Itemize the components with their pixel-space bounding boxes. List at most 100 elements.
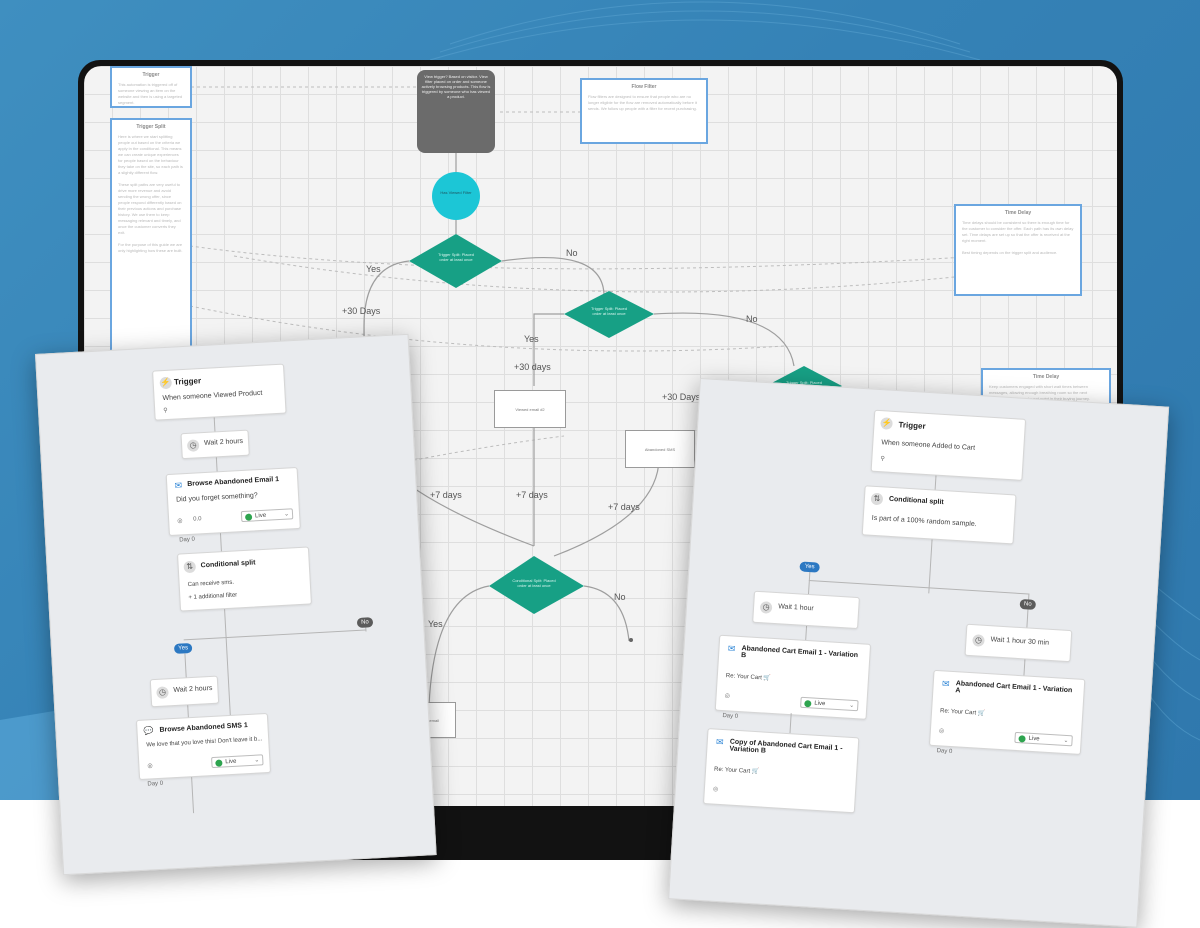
step-subtitle: Re: Your Cart 🛒 <box>725 673 772 682</box>
dashed-link <box>233 255 965 293</box>
branch-label-no: No <box>566 248 578 258</box>
trigger-row: ⚡ Trigger <box>159 375 201 390</box>
delay-label: +30 days <box>514 362 551 372</box>
branch-line <box>808 580 1029 595</box>
diamond-text-1: Trigger Split: Placed order at least onc… <box>438 252 474 262</box>
conditional-split-step[interactable]: ⇅ Conditional split Can receive sms. + 1… <box>177 546 312 612</box>
circle-text: Has Viewed Filter <box>440 190 472 195</box>
status-label: Live <box>814 700 826 708</box>
filter-circle <box>432 172 480 220</box>
day-label: Day 0 <box>179 536 196 544</box>
trigger-step[interactable]: ⚡ Trigger When someone Added to Cart ⚲ <box>870 409 1027 481</box>
step-title: Copy of Abandoned Cart Email 1 - Variati… <box>729 738 843 755</box>
live-dot <box>244 513 253 521</box>
wait-step[interactable]: ◷ Wait 1 hour <box>752 590 860 630</box>
email-icon: ✉ <box>715 736 724 748</box>
clock-icon: ◷ <box>186 439 200 452</box>
clock-icon: ◷ <box>156 686 169 699</box>
split-condition: Is part of a 100% random sample. <box>871 514 977 529</box>
connector <box>653 312 795 367</box>
stat-icon: ◎ <box>147 763 153 770</box>
status-dropdown[interactable]: Live ⌄ <box>211 754 264 769</box>
status-label: Live <box>1028 735 1040 743</box>
abandoned-cart-flow-card: ⚡ Trigger When someone Added to Cart ⚲ ⇅… <box>668 378 1170 928</box>
split-extra-filter: + 1 additional filter <box>188 592 238 602</box>
stat-icon: ◎ <box>177 518 183 525</box>
note-title: Flow Filter <box>631 84 657 90</box>
delay-label: +30 Days <box>342 306 381 316</box>
email-icon: ✉ <box>941 678 950 689</box>
step-subtitle: Did you forget something? <box>175 492 258 504</box>
clock-icon: ◷ <box>759 601 773 614</box>
note-trigger: Trigger This automation is triggered off… <box>110 66 192 108</box>
note-title: Time Delay <box>1032 374 1060 380</box>
wait-step[interactable]: ◷ Wait 2 hours <box>149 675 220 708</box>
stat-icon: ◎ <box>938 728 945 735</box>
note-time-delay-1: Time Delay Time delays should be consist… <box>954 204 1082 296</box>
link-icon: ⚲ <box>163 407 168 415</box>
live-dot <box>215 759 223 767</box>
flow-box-email-2[interactable]: Viewed email #2 <box>494 390 566 428</box>
email-icon: ✉ <box>174 480 183 491</box>
note-body: Here is where we start splitting people … <box>118 134 183 253</box>
step-subtitle: We love that you love this! Don't leave … <box>146 736 263 749</box>
email-step-variation-a[interactable]: ✉ Abandoned Cart Email 1 - Variation A R… <box>928 669 1086 755</box>
status-label: Live <box>225 758 237 766</box>
note-title: Time Delay <box>1004 210 1032 216</box>
connector <box>501 256 605 297</box>
note-body: This automation is triggered off of some… <box>118 82 183 105</box>
live-dot <box>804 699 812 708</box>
flow-line <box>789 713 792 734</box>
delay-label: +30 Days <box>662 392 701 402</box>
note-body: Time delays should be consistent so ther… <box>962 220 1074 255</box>
branch-label-no: No <box>746 314 758 324</box>
delay-label: +7 days <box>608 502 640 512</box>
day-label: Day 0 <box>936 748 953 756</box>
trigger-step[interactable]: ⚡ Trigger When someone Viewed Product ⚲ <box>152 363 287 421</box>
wait-step[interactable]: ◷ Wait 1 hour 30 min <box>964 623 1073 663</box>
yes-pill: Yes <box>173 642 193 654</box>
branch-label-yes: Yes <box>524 334 539 344</box>
no-pill: No <box>1019 598 1037 610</box>
delay-label: +7 days <box>430 490 462 500</box>
conditional-split-step[interactable]: ⇅ Conditional split Is part of a 100% ra… <box>861 485 1017 545</box>
stat-icon: ◎ <box>712 786 719 793</box>
status-dropdown[interactable]: Live ⌄ <box>240 508 294 523</box>
connector <box>553 457 660 557</box>
dropdown-chevron-icon: ⌄ <box>849 702 855 710</box>
note-title: Trigger <box>142 72 160 78</box>
live-dot <box>1018 735 1026 743</box>
trigger-icon: ⚡ <box>880 417 893 430</box>
branch-label-yes: Yes <box>428 619 443 629</box>
clock-icon: ◷ <box>972 634 985 647</box>
wait-label: Wait 1 hour <box>777 603 814 613</box>
step-title: Conditional split <box>200 559 256 570</box>
sms-step[interactable]: 💬 Browse Abandoned SMS 1 We love that yo… <box>135 712 271 780</box>
note-title: Trigger Split <box>136 124 166 130</box>
yes-pill: Yes <box>799 561 820 573</box>
link-icon: ⚲ <box>880 456 885 463</box>
sms-icon: 💬 <box>143 726 154 736</box>
diamond-text-4: Conditional Split: Placed order at least… <box>512 578 556 588</box>
step-title: Conditional split <box>888 495 944 507</box>
day-label: Day 0 <box>722 713 739 720</box>
delay-label: +7 days <box>516 490 548 500</box>
step-title: Browse Abandoned Email 1 <box>187 475 280 488</box>
email-step-variation-b[interactable]: ✉ Abandoned Cart Email 1 - Variation B R… <box>714 634 872 720</box>
email-step-copy[interactable]: ✉ Copy of Abandoned Cart Email 1 - Varia… <box>703 728 860 814</box>
step-title: Abandoned Cart Email 1 - Variation B <box>740 645 859 660</box>
flow-box-sms[interactable]: Abandoned SMS <box>625 430 695 468</box>
box-label: Abandoned SMS <box>644 446 676 452</box>
step-title: Trigger <box>898 420 926 431</box>
split-icon: ⇅ <box>183 560 197 574</box>
status-dropdown[interactable]: Live ⌄ <box>800 696 859 712</box>
wait-step[interactable]: ◷ Wait 2 hours <box>180 429 250 460</box>
step-subtitle: Re: Your Cart 🛒 <box>939 708 986 718</box>
split-icon: ⇅ <box>870 492 884 506</box>
email-step[interactable]: ✉ Browse Abandoned Email 1 Did you forge… <box>165 466 301 537</box>
note-flow-filter: Flow Filter Flow filters are designed to… <box>580 78 708 144</box>
day-label: Day 0 <box>147 780 164 788</box>
box-label: Viewed email #2 <box>515 406 545 412</box>
status-dropdown[interactable]: Live ⌄ <box>1014 731 1073 747</box>
wait-label: Wait 2 hours <box>203 437 244 447</box>
